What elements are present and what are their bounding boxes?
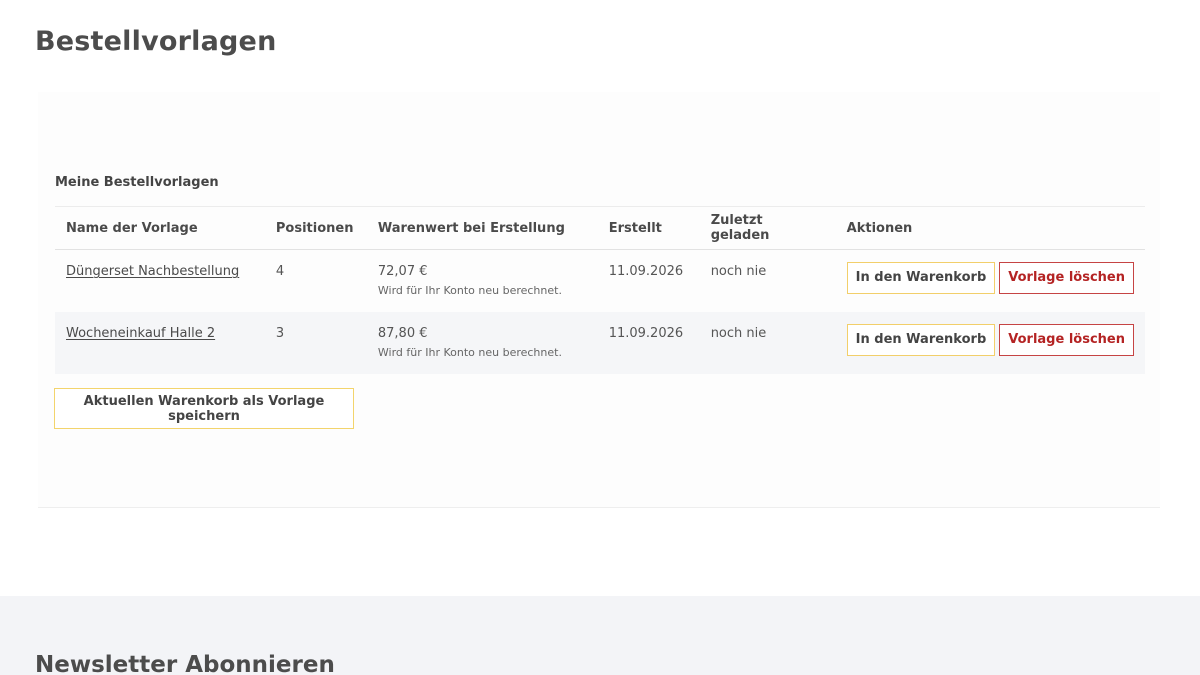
created-cell: 11.09.2026 (597, 311, 700, 374)
row-actions: In den Warenkorb Vorlage löschen (846, 323, 1134, 356)
templates-table: Name der Vorlage Positionen Warenwert be… (55, 206, 1145, 374)
column-header-name: Name der Vorlage (55, 206, 265, 250)
table-header-row: Name der Vorlage Positionen Warenwert be… (55, 206, 1145, 250)
template-name-cell: Düngerset Nachbestellung (55, 250, 265, 312)
actions-cell: In den Warenkorb Vorlage löschen (835, 311, 1145, 374)
value-note: Wird für Ihr Konto neu berechnet. (377, 345, 562, 359)
created-cell: 11.09.2026 (608, 264, 684, 279)
footer-newsletter-section: Newsletter Abonnieren (0, 596, 1200, 675)
save-cart-as-template-button[interactable]: Aktuellen Warenkorb als Vorlage speicher… (54, 388, 354, 429)
last-loaded-cell: noch nie (699, 311, 836, 374)
column-header-last-loaded: Zuletzt geladen (699, 206, 836, 250)
table-row: Wocheneinkauf Halle 2 3 87,80 € Wird für… (55, 311, 1145, 374)
last-loaded-cell: noch nie (710, 264, 767, 279)
column-header-positions: Positionen (264, 206, 367, 250)
section-title: Meine Bestellvorlagen (55, 175, 219, 190)
positions-cell: 3 (264, 311, 367, 374)
add-to-cart-button[interactable]: In den Warenkorb (846, 323, 996, 356)
template-name-cell: Wocheneinkauf Halle 2 (55, 311, 265, 374)
delete-template-button[interactable]: Vorlage löschen (999, 262, 1134, 294)
template-name-link[interactable]: Wocheneinkauf Halle 2 (66, 326, 215, 341)
value-cell: 87,80 € Wird für Ihr Konto neu berechnet… (366, 311, 598, 374)
template-name-link[interactable]: Düngerset Nachbestellung (66, 264, 239, 279)
column-header-value: Warenwert bei Erstellung (366, 206, 598, 250)
delete-template-button[interactable]: Vorlage löschen (999, 323, 1134, 356)
value-note: Wird für Ihr Konto neu berechnet. (377, 284, 562, 297)
table-row: Düngerset Nachbestellung 4 72,07 € Wird … (55, 250, 1145, 312)
positions-cell: 4 (275, 264, 285, 279)
page-title: Bestellvorlagen (35, 26, 277, 57)
add-to-cart-button[interactable]: In den Warenkorb (846, 262, 996, 294)
value-amount: 87,80 € (377, 325, 428, 341)
column-header-actions: Aktionen (835, 206, 1145, 250)
actions-cell: In den Warenkorb Vorlage löschen (836, 250, 1145, 312)
value-amount: 72,07 € (377, 264, 428, 279)
column-header-created: Erstellt (597, 206, 700, 250)
row-actions: In den Warenkorb Vorlage löschen (846, 262, 1134, 294)
value-cell: 72,07 € Wird für Ihr Konto neu berechnet… (367, 250, 598, 312)
newsletter-title: Newsletter Abonnieren (35, 652, 335, 675)
